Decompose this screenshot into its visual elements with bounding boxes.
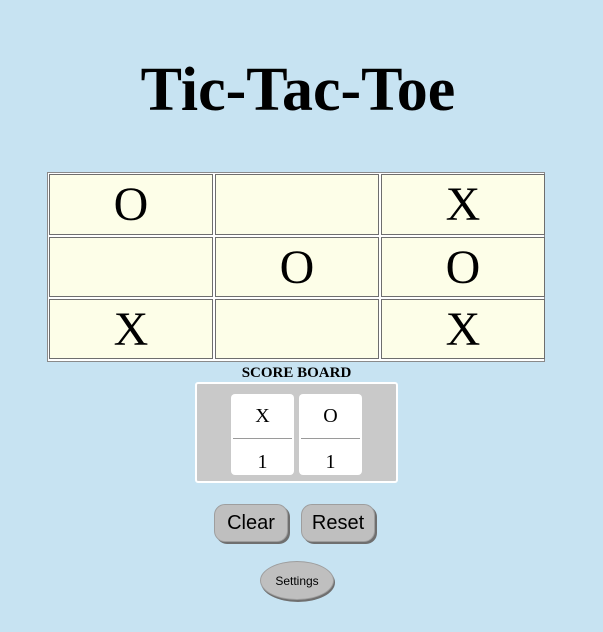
scoreboard-title: SCORE BOARD <box>241 365 352 381</box>
scoreboard: X 1 O 1 <box>195 382 398 483</box>
board-cell-2-1[interactable] <box>215 299 379 359</box>
score-divider <box>301 438 360 439</box>
board-cell-1-0[interactable] <box>49 237 213 297</box>
game-title: Tic-Tac-Toe <box>140 56 456 124</box>
game-board: O X O O X X <box>47 172 545 362</box>
score-card-x: X 1 <box>231 394 294 475</box>
score-value: 1 <box>325 451 336 473</box>
score-divider <box>233 438 292 439</box>
board-cell-0-2[interactable]: X <box>381 174 545 235</box>
board-cell-2-0[interactable]: X <box>49 299 213 359</box>
board-cell-0-0[interactable]: O <box>49 174 213 235</box>
board-cell-1-2[interactable]: O <box>381 237 545 297</box>
board-cell-1-1[interactable]: O <box>215 237 379 297</box>
score-card-o: O 1 <box>299 394 362 475</box>
reset-button[interactable]: Reset <box>301 504 375 542</box>
clear-button[interactable]: Clear <box>214 504 288 542</box>
score-value: 1 <box>257 451 268 473</box>
settings-button[interactable]: Settings <box>260 561 334 600</box>
score-player-label: O <box>323 405 338 427</box>
score-player-label: X <box>255 405 270 427</box>
board-cell-0-1[interactable] <box>215 174 379 235</box>
board-cell-2-2[interactable]: X <box>381 299 545 359</box>
